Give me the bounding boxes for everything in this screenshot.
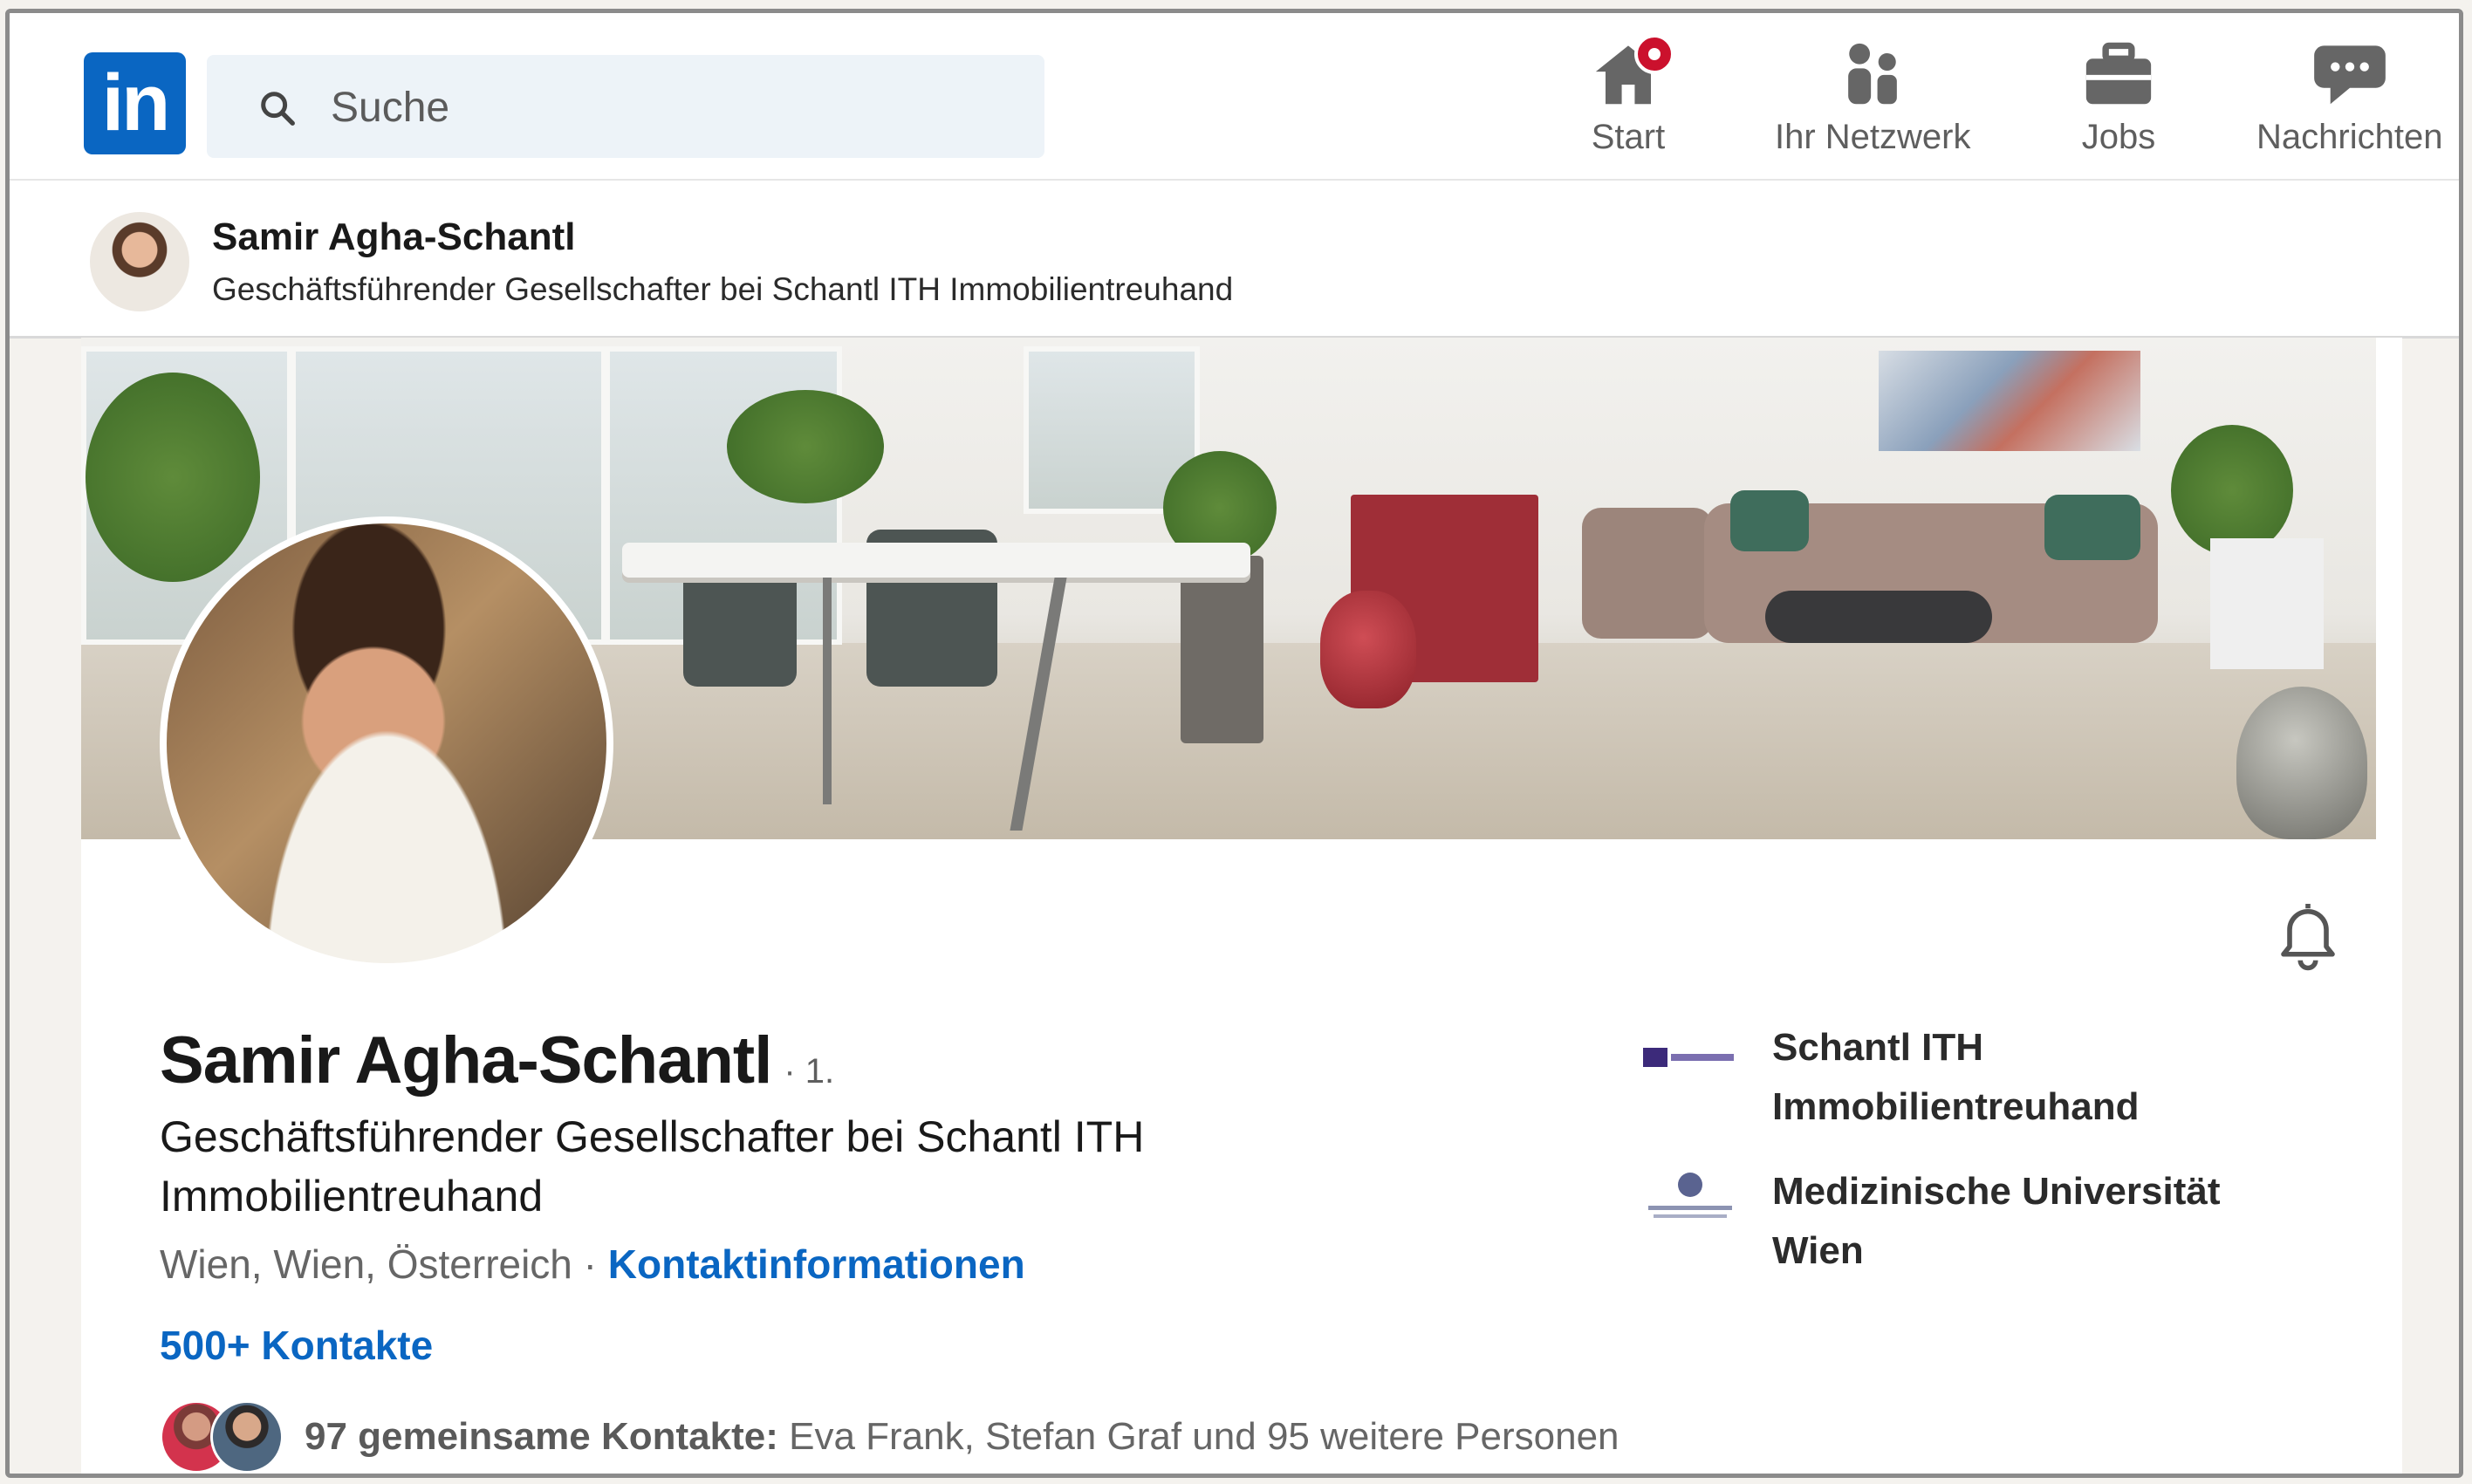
cover-plant: [86, 373, 260, 582]
nav-item-network[interactable]: Ihr Netzwerk: [1775, 39, 1971, 170]
university-logo: [1643, 1173, 1737, 1225]
cover-table: [622, 543, 1250, 578]
company-logo: [1643, 1029, 1737, 1081]
profile-name: Samir Agha-Schantl · 1.: [160, 1022, 834, 1098]
cover-coffee-table: [1765, 591, 1992, 643]
top-navigation: in Start: [10, 13, 2459, 181]
mutual-label: 97 gemeinsame Kontakte:: [305, 1415, 778, 1458]
briefcase-icon: [2079, 39, 2158, 107]
notification-badge: [1634, 34, 1674, 74]
app-window: in Start: [5, 9, 2463, 1478]
home-icon: [1589, 34, 1674, 107]
cover-urn: [2236, 687, 2367, 839]
profile-card: Samir Agha-Schantl · 1. Geschäftsführende…: [81, 338, 2402, 1474]
cover-pot: [1181, 556, 1263, 743]
profile-location: Wien, Wien, Österreich: [160, 1241, 572, 1287]
logo-text: in: [101, 58, 171, 147]
nav-item-jobs[interactable]: Jobs: [2079, 39, 2158, 170]
mutual-text: 97 gemeinsame Kontakte: Eva Frank, Stefa…: [305, 1415, 1619, 1459]
cover-plant: [727, 390, 884, 503]
mutual-names: Eva Frank, Stefan Graf und 95 weitere Pe…: [789, 1415, 1619, 1458]
messaging-icon: [2311, 39, 2389, 107]
search-bar[interactable]: [207, 55, 1044, 158]
cover-cushion: [2044, 495, 2140, 560]
affiliation-company[interactable]: Schantl ITH Immobilientreuhand: [1643, 1018, 2261, 1137]
search-icon: [261, 92, 295, 126]
cover-armchair: [1582, 508, 1713, 639]
cover-vase: [1320, 591, 1416, 708]
cover-table-leg: [823, 578, 832, 804]
nav-item-label: Jobs: [2081, 118, 2156, 156]
linkedin-logo[interactable]: in: [84, 52, 186, 154]
mutual-connections[interactable]: 97 gemeinsame Kontakte: Eva Frank, Stefa…: [160, 1393, 1619, 1474]
cover-plant: [2171, 425, 2293, 556]
mutual-avatar: [210, 1400, 284, 1474]
sticky-name: Samir Agha-Schantl: [212, 215, 576, 258]
sticky-headline: Geschäftsführender Gesellschafter bei Sc…: [212, 271, 1234, 307]
connections-link[interactable]: 500+ Kontakte: [160, 1322, 433, 1369]
network-icon: [1833, 39, 1912, 107]
contact-info-link[interactable]: Kontaktinformationen: [608, 1241, 1025, 1287]
nav-item-label: Start: [1591, 118, 1666, 156]
sticky-profile-header: Samir Agha-Schantl Geschäftsführender Ge…: [10, 181, 2459, 339]
profile-location-line: Wien, Wien, Österreich · Kontaktinformat…: [160, 1241, 1025, 1288]
nav-item-start[interactable]: Start: [1589, 34, 1674, 170]
profile-headline: Geschäftsführender Gesellschafter bei Sc…: [160, 1112, 1145, 1221]
location-separator: ·: [572, 1241, 608, 1287]
nav-item-label: Ihr Netzwerk: [1775, 118, 1971, 156]
nav-item-messaging[interactable]: Nachrichten: [2256, 39, 2442, 170]
cover-cushion: [1730, 490, 1809, 551]
profile-photo[interactable]: [160, 516, 613, 970]
affiliation-education[interactable]: Medizinische Universität Wien: [1643, 1162, 2261, 1281]
affiliation-company-name: Schantl ITH Immobilientreuhand: [1772, 1026, 2140, 1128]
cover-wall-art: [1879, 351, 2140, 451]
avatar[interactable]: [90, 212, 189, 311]
search-input[interactable]: [329, 72, 1013, 142]
nav-item-label: Nachrichten: [2256, 118, 2443, 156]
connection-degree: · 1.: [784, 1052, 835, 1091]
affiliation-education-name: Medizinische Universität Wien: [1772, 1170, 2221, 1272]
bell-icon[interactable]: [2271, 898, 2345, 971]
cover-cabinet: [2210, 538, 2324, 669]
profile-name-text: Samir Agha-Schantl: [160, 1023, 772, 1098]
